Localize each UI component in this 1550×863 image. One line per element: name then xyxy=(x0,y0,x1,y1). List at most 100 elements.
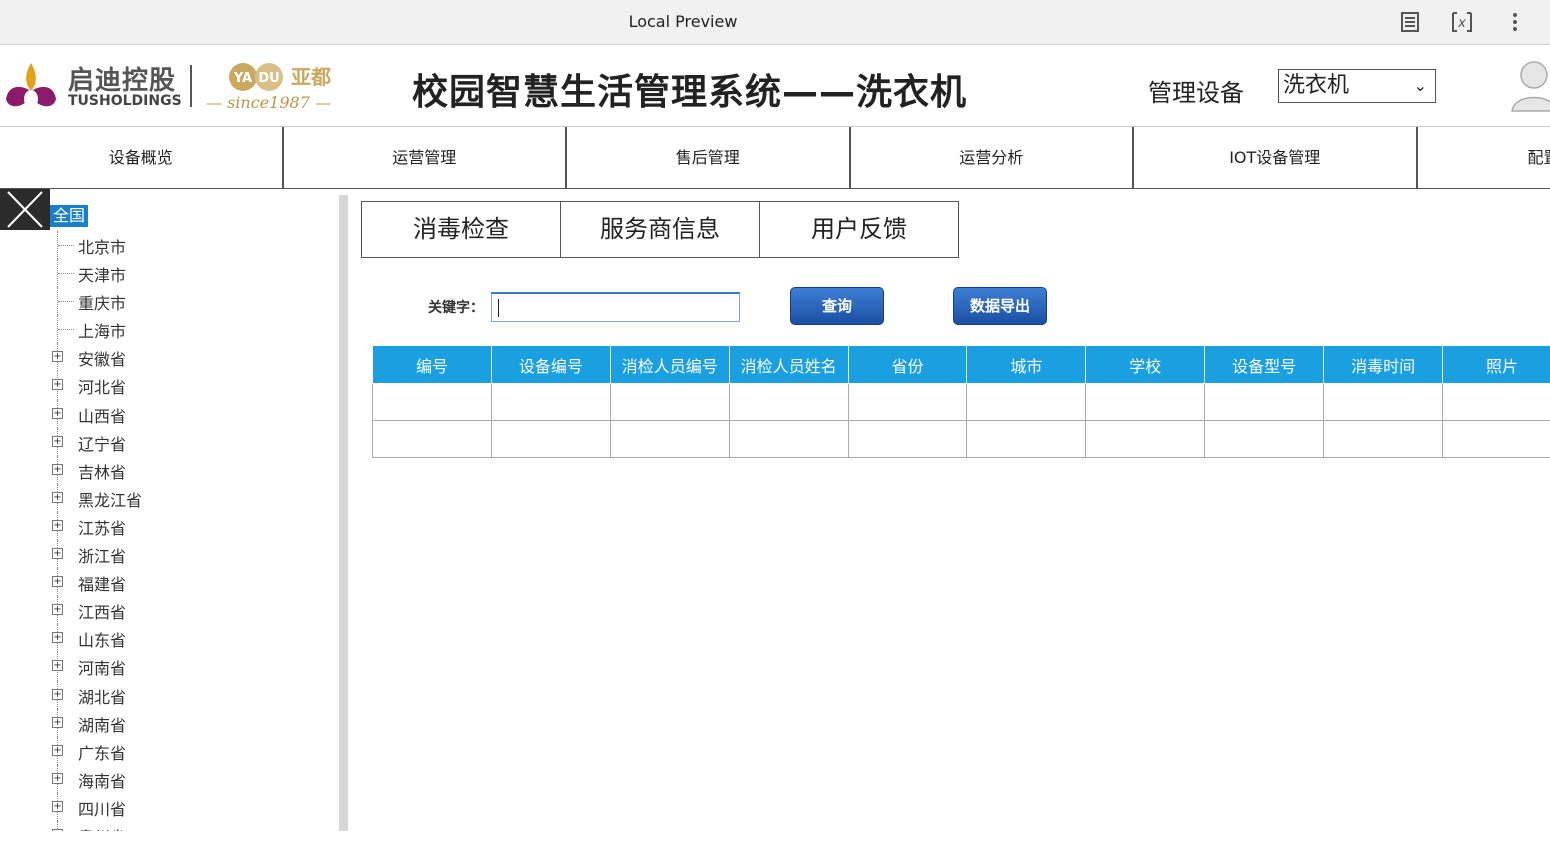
tree-item[interactable]: + 福建省 xyxy=(50,568,330,597)
nav-item-iot[interactable]: IOT设备管理 xyxy=(1134,127,1418,188)
tree-item-label: 浙江省 xyxy=(78,547,127,567)
column-header[interactable]: 设备型号 xyxy=(1204,345,1325,384)
expand-icon[interactable]: + xyxy=(52,688,63,700)
table-cell xyxy=(847,420,968,458)
nav-item-analysis[interactable]: 运营分析 xyxy=(851,127,1134,188)
expand-icon[interactable]: + xyxy=(52,660,63,672)
device-label: 管理设备 xyxy=(1148,79,1244,107)
tree-item[interactable]: + 河北省 xyxy=(50,371,330,400)
column-header[interactable]: 设备编号 xyxy=(490,345,611,384)
expand-icon[interactable]: + xyxy=(52,744,63,756)
tree-item[interactable]: + 黑龙江省 xyxy=(50,483,330,512)
table-cell xyxy=(1442,420,1550,458)
device-select[interactable]: 洗衣机 ⌄ xyxy=(1278,69,1436,103)
tree-item[interactable]: + 河南省 xyxy=(50,652,330,681)
expand-icon[interactable]: + xyxy=(52,576,63,588)
column-header[interactable]: 学校 xyxy=(1085,345,1206,384)
tree-item-label: 黑龙江省 xyxy=(78,490,143,510)
disinfection-table: 编号 设备编号 消检人员编号 消检人员姓名 省份 城市 学校 设备型号 消毒时间 照片 xyxy=(372,345,1550,458)
tree-item[interactable]: + 贵州省 xyxy=(50,820,330,831)
tree-item[interactable]: + 安徽省 xyxy=(50,343,330,372)
close-sidebar-button[interactable] xyxy=(0,189,50,230)
expand-icon[interactable]: + xyxy=(52,491,63,503)
expand-icon[interactable]: + xyxy=(52,351,63,363)
tree-item[interactable]: + 江西省 xyxy=(50,596,330,625)
tree-item[interactable]: + 辽宁省 xyxy=(50,427,330,456)
expand-icon[interactable]: + xyxy=(52,548,63,560)
table-cell xyxy=(490,420,611,458)
tree-item-label: 海南省 xyxy=(78,771,127,791)
tree-item[interactable]: + 山西省 xyxy=(50,399,330,428)
device-select-value: 洗衣机 xyxy=(1283,73,1350,98)
table-row xyxy=(372,420,1550,458)
tree-item[interactable]: 上海市 xyxy=(50,315,330,344)
close-icon xyxy=(7,191,43,228)
tree-item[interactable]: + 湖北省 xyxy=(50,680,330,709)
nav-item-aftersales[interactable]: 售后管理 xyxy=(567,127,851,188)
tree-connector xyxy=(58,329,74,331)
nav-item-operations[interactable]: 运营管理 xyxy=(284,127,567,188)
expand-icon[interactable]: + xyxy=(52,800,63,812)
nav-item-overview[interactable]: 设备概览 xyxy=(0,127,284,188)
tree-item-label: 重庆市 xyxy=(78,294,127,314)
tree-item[interactable]: + 海南省 xyxy=(50,764,330,793)
chevron-down-icon: ⌄ xyxy=(1413,76,1427,95)
expand-icon[interactable]: + xyxy=(52,435,63,447)
expand-icon[interactable]: + xyxy=(52,379,63,391)
nav-item-config[interactable]: 配置 xyxy=(1418,127,1550,188)
tree-item-label: 福建省 xyxy=(78,575,127,595)
column-header[interactable]: 消检人员编号 xyxy=(609,345,730,384)
tree-item[interactable]: + 湖南省 xyxy=(50,708,330,737)
expand-icon[interactable]: + xyxy=(52,828,63,831)
more-icon[interactable] xyxy=(1503,10,1527,34)
column-header[interactable]: 照片 xyxy=(1442,345,1550,384)
user-avatar-icon[interactable] xyxy=(1510,59,1550,113)
tusholdings-logo-icon xyxy=(6,63,56,108)
tree-item[interactable]: + 广东省 xyxy=(50,736,330,765)
column-header[interactable]: 城市 xyxy=(966,345,1087,384)
tree-item[interactable]: 北京市 xyxy=(50,231,330,260)
browser-title: Local Preview xyxy=(628,12,738,31)
tree-item[interactable]: + 吉林省 xyxy=(50,455,330,484)
expand-icon[interactable]: + xyxy=(52,632,63,644)
reader-icon[interactable] xyxy=(1398,10,1422,34)
column-header[interactable]: 省份 xyxy=(847,345,968,384)
brand-name-cn: 启迪控股 xyxy=(68,66,177,96)
page-title: 校园智慧生活管理系统——洗衣机 xyxy=(412,72,968,113)
expand-icon[interactable]: + xyxy=(52,772,63,784)
expand-icon[interactable]: + xyxy=(52,519,63,531)
expand-icon[interactable]: + xyxy=(52,604,63,616)
expand-icon[interactable]: + xyxy=(52,716,63,728)
column-header[interactable]: 消检人员姓名 xyxy=(728,345,849,384)
tab-disinfection-check[interactable]: 消毒检查 xyxy=(361,201,561,258)
yadu-ya-text: YA xyxy=(233,71,252,86)
tree-root-selected[interactable]: 全国 xyxy=(50,205,89,227)
column-header[interactable]: 消毒时间 xyxy=(1323,345,1444,384)
tree-item[interactable]: + 四川省 xyxy=(50,792,330,821)
sidebar-scrollbar[interactable] xyxy=(339,195,348,831)
tree-item[interactable]: + 江苏省 xyxy=(50,511,330,541)
tree-item-label: 北京市 xyxy=(78,238,127,257)
expand-icon[interactable]: + xyxy=(52,407,63,419)
region-tree: 全国 北京市 天津市 重庆市 上海市 + 安徽省 + 河北省 + 山西省 + 辽宁省 + 吉林省 + 黑龙江省… xyxy=(0,189,340,831)
tab-provider-info[interactable]: 服务商信息 xyxy=(560,201,760,258)
tree-item-label: 湖南省 xyxy=(78,715,127,735)
query-button[interactable]: 查询 xyxy=(790,287,884,325)
table-cell xyxy=(1204,420,1325,458)
tree-item-label: 江西省 xyxy=(78,603,127,623)
tree-item[interactable]: + 浙江省 xyxy=(50,540,330,569)
tab-user-feedback[interactable]: 用户反馈 xyxy=(759,201,959,258)
tree-connector xyxy=(58,273,74,275)
table-cell xyxy=(728,383,849,421)
keyword-input[interactable] xyxy=(491,292,740,322)
tree-item-label: 江苏省 xyxy=(78,518,127,538)
tree-item[interactable]: 重庆市 xyxy=(50,287,330,316)
formula-icon[interactable]: x xyxy=(1450,10,1474,34)
tree-item[interactable]: + 山东省 xyxy=(50,624,330,653)
expand-icon[interactable]: + xyxy=(52,463,63,475)
export-button[interactable]: 数据导出 xyxy=(953,287,1047,325)
tree-item[interactable]: 天津市 xyxy=(50,259,330,288)
column-header[interactable]: 编号 xyxy=(372,345,492,384)
tree-item-label: 辽宁省 xyxy=(78,434,127,454)
tree-item-label: 安徽省 xyxy=(78,350,127,370)
